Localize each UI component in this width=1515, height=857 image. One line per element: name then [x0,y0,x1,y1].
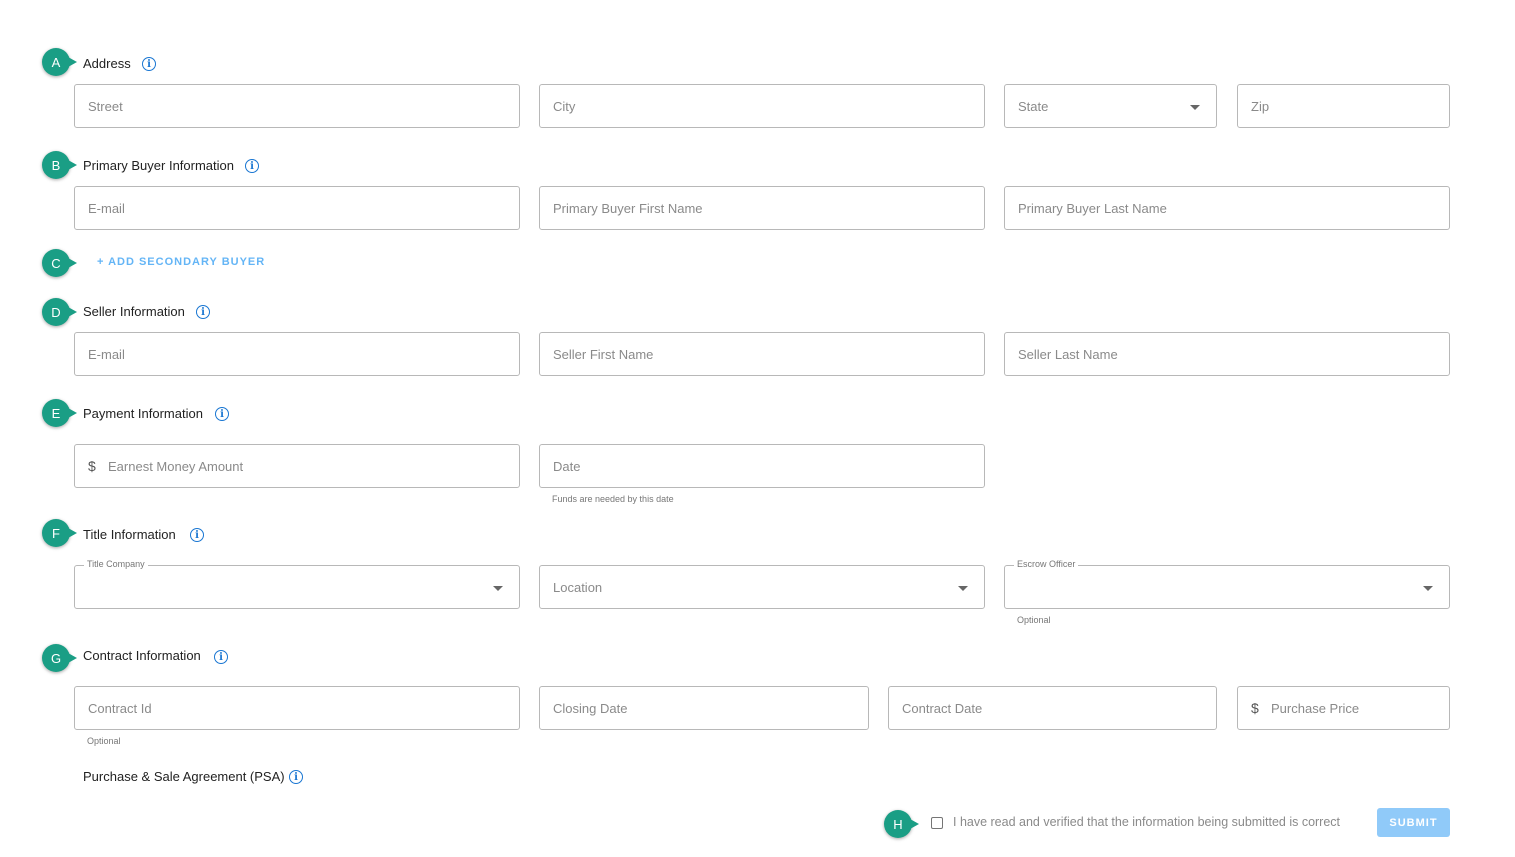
zip-input[interactable]: Zip [1237,84,1450,128]
info-icon[interactable]: i [289,770,303,784]
chevron-down-icon [1423,586,1433,591]
title-company-legend: Title Company [84,559,148,569]
buyer-email-input[interactable]: E-mail [74,186,520,230]
purchase-price-input[interactable]: $ Purchase Price [1237,686,1450,730]
badge-d: D [42,298,77,326]
buyer-last-name-placeholder: Primary Buyer Last Name [1018,201,1167,216]
contract-date-placeholder: Contract Date [902,701,983,716]
payment-date-input[interactable]: Date [539,444,985,488]
title-label: Title Information [83,527,176,542]
seller-first-name-input[interactable]: Seller First Name [539,332,985,376]
state-select[interactable]: State [1004,84,1217,128]
closing-date-placeholder: Closing Date [553,701,628,716]
badge-h: H [884,810,919,838]
escrow-officer-legend: Escrow Officer [1014,559,1079,569]
closing-date-input[interactable]: Closing Date [539,686,869,730]
dollar-icon: $ [88,458,96,474]
earnest-money-placeholder: Earnest Money Amount [108,459,244,474]
psa-label: Purchase & Sale Agreement (PSA) [83,769,285,784]
seller-email-placeholder: E-mail [88,347,125,362]
contract-label: Contract Information [83,648,201,663]
chevron-down-icon [1190,105,1200,110]
city-placeholder: City [553,99,576,114]
badge-b: B [42,151,77,179]
buyer-email-placeholder: E-mail [88,201,125,216]
buyer-last-name-input[interactable]: Primary Buyer Last Name [1004,186,1450,230]
primary-buyer-label: Primary Buyer Information [83,158,234,173]
location-select[interactable]: Location [539,565,985,609]
badge-f: F [42,519,77,547]
info-icon[interactable]: i [142,57,156,71]
info-icon[interactable]: i [245,159,259,173]
escrow-officer-helper: Optional [1017,615,1051,625]
badge-g: G [42,644,77,672]
payment-date-placeholder: Date [553,459,581,474]
contract-id-helper: Optional [87,736,121,746]
title-company-select[interactable]: Title Company [74,559,520,609]
earnest-money-input[interactable]: $ Earnest Money Amount [74,444,520,488]
seller-email-input[interactable]: E-mail [74,332,520,376]
contract-id-placeholder: Contract Id [88,701,152,716]
address-label: Address [83,56,131,71]
seller-last-name-placeholder: Seller Last Name [1018,347,1118,362]
chevron-down-icon [958,586,968,591]
contract-date-input[interactable]: Contract Date [888,686,1217,730]
payment-label: Payment Information [83,406,203,421]
street-placeholder: Street [88,99,123,114]
info-icon[interactable]: i [214,650,228,664]
payment-date-helper: Funds are needed by this date [552,494,674,504]
street-input[interactable]: Street [74,84,520,128]
badge-c: C [42,249,77,277]
purchase-price-placeholder: Purchase Price [1271,701,1360,716]
dollar-icon: $ [1251,700,1259,716]
verify-text: I have read and verified that the inform… [953,815,1341,829]
submit-button[interactable]: SUBMIT [1377,808,1450,837]
buyer-first-name-input[interactable]: Primary Buyer First Name [539,186,985,230]
zip-placeholder: Zip [1251,99,1270,114]
seller-label: Seller Information [83,304,185,319]
info-icon[interactable]: i [196,305,210,319]
buyer-first-name-placeholder: Primary Buyer First Name [553,201,703,216]
badge-e: E [42,399,77,427]
info-icon[interactable]: i [215,407,229,421]
badge-a: A [42,48,77,76]
chevron-down-icon [493,586,503,591]
location-placeholder: Location [553,580,603,595]
seller-first-name-placeholder: Seller First Name [553,347,654,362]
city-input[interactable]: City [539,84,985,128]
verify-checkbox[interactable] [931,817,943,829]
contract-id-input[interactable]: Contract Id [74,686,520,730]
add-secondary-buyer-button[interactable]: + ADD SECONDARY BUYER [97,256,265,268]
state-placeholder: State [1018,99,1049,114]
info-icon[interactable]: i [190,528,204,542]
seller-last-name-input[interactable]: Seller Last Name [1004,332,1450,376]
escrow-officer-select[interactable]: Escrow Officer [1004,559,1450,609]
